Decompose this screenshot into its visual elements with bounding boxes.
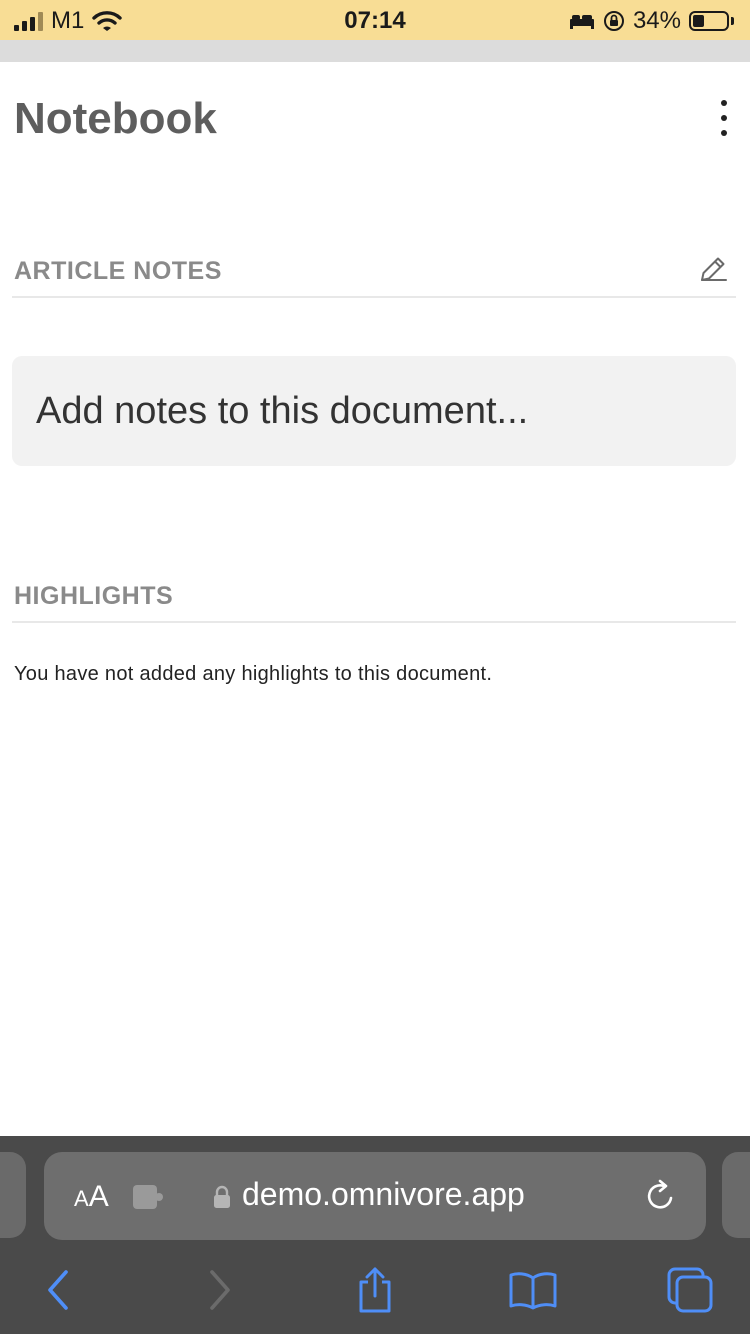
orientation-lock-icon bbox=[603, 11, 624, 31]
article-notes-label: ARTICLE NOTES bbox=[14, 257, 222, 285]
highlights-divider bbox=[12, 621, 736, 623]
previous-tab-peek[interactable] bbox=[0, 1152, 26, 1238]
notes-placeholder: Add notes to this document... bbox=[36, 389, 529, 432]
tabs-icon[interactable] bbox=[662, 1264, 718, 1316]
reader-settings-button[interactable]: AA bbox=[74, 1180, 109, 1214]
reload-icon[interactable] bbox=[644, 1178, 678, 1214]
highlights-empty-message: You have not added any highlights to thi… bbox=[14, 663, 493, 685]
pencil-icon[interactable] bbox=[698, 254, 728, 284]
status-bar: M1 07:14 34% bbox=[0, 0, 750, 40]
share-icon[interactable] bbox=[347, 1264, 403, 1316]
browser-toolbar bbox=[0, 1250, 750, 1334]
bookmarks-icon[interactable] bbox=[505, 1264, 561, 1316]
address-bar[interactable]: AA demo.omnivore.app bbox=[44, 1152, 706, 1240]
notes-input[interactable]: Add notes to this document... bbox=[12, 356, 736, 466]
lock-icon bbox=[214, 1185, 230, 1208]
highlights-label: HIGHLIGHTS bbox=[14, 582, 174, 610]
page-title: Notebook bbox=[14, 94, 217, 143]
battery-icon bbox=[689, 11, 729, 31]
back-icon[interactable] bbox=[30, 1264, 86, 1316]
extension-icon[interactable] bbox=[132, 1184, 166, 1210]
browser-top-strip bbox=[0, 40, 750, 62]
next-tab-peek[interactable] bbox=[722, 1152, 750, 1238]
battery-percent: 34% bbox=[632, 7, 681, 34]
more-vertical-icon[interactable] bbox=[712, 100, 736, 136]
url-text: demo.omnivore.app bbox=[242, 1176, 525, 1212]
bed-icon bbox=[569, 15, 594, 29]
article-notes-divider bbox=[12, 296, 736, 298]
forward-icon[interactable] bbox=[192, 1264, 248, 1316]
